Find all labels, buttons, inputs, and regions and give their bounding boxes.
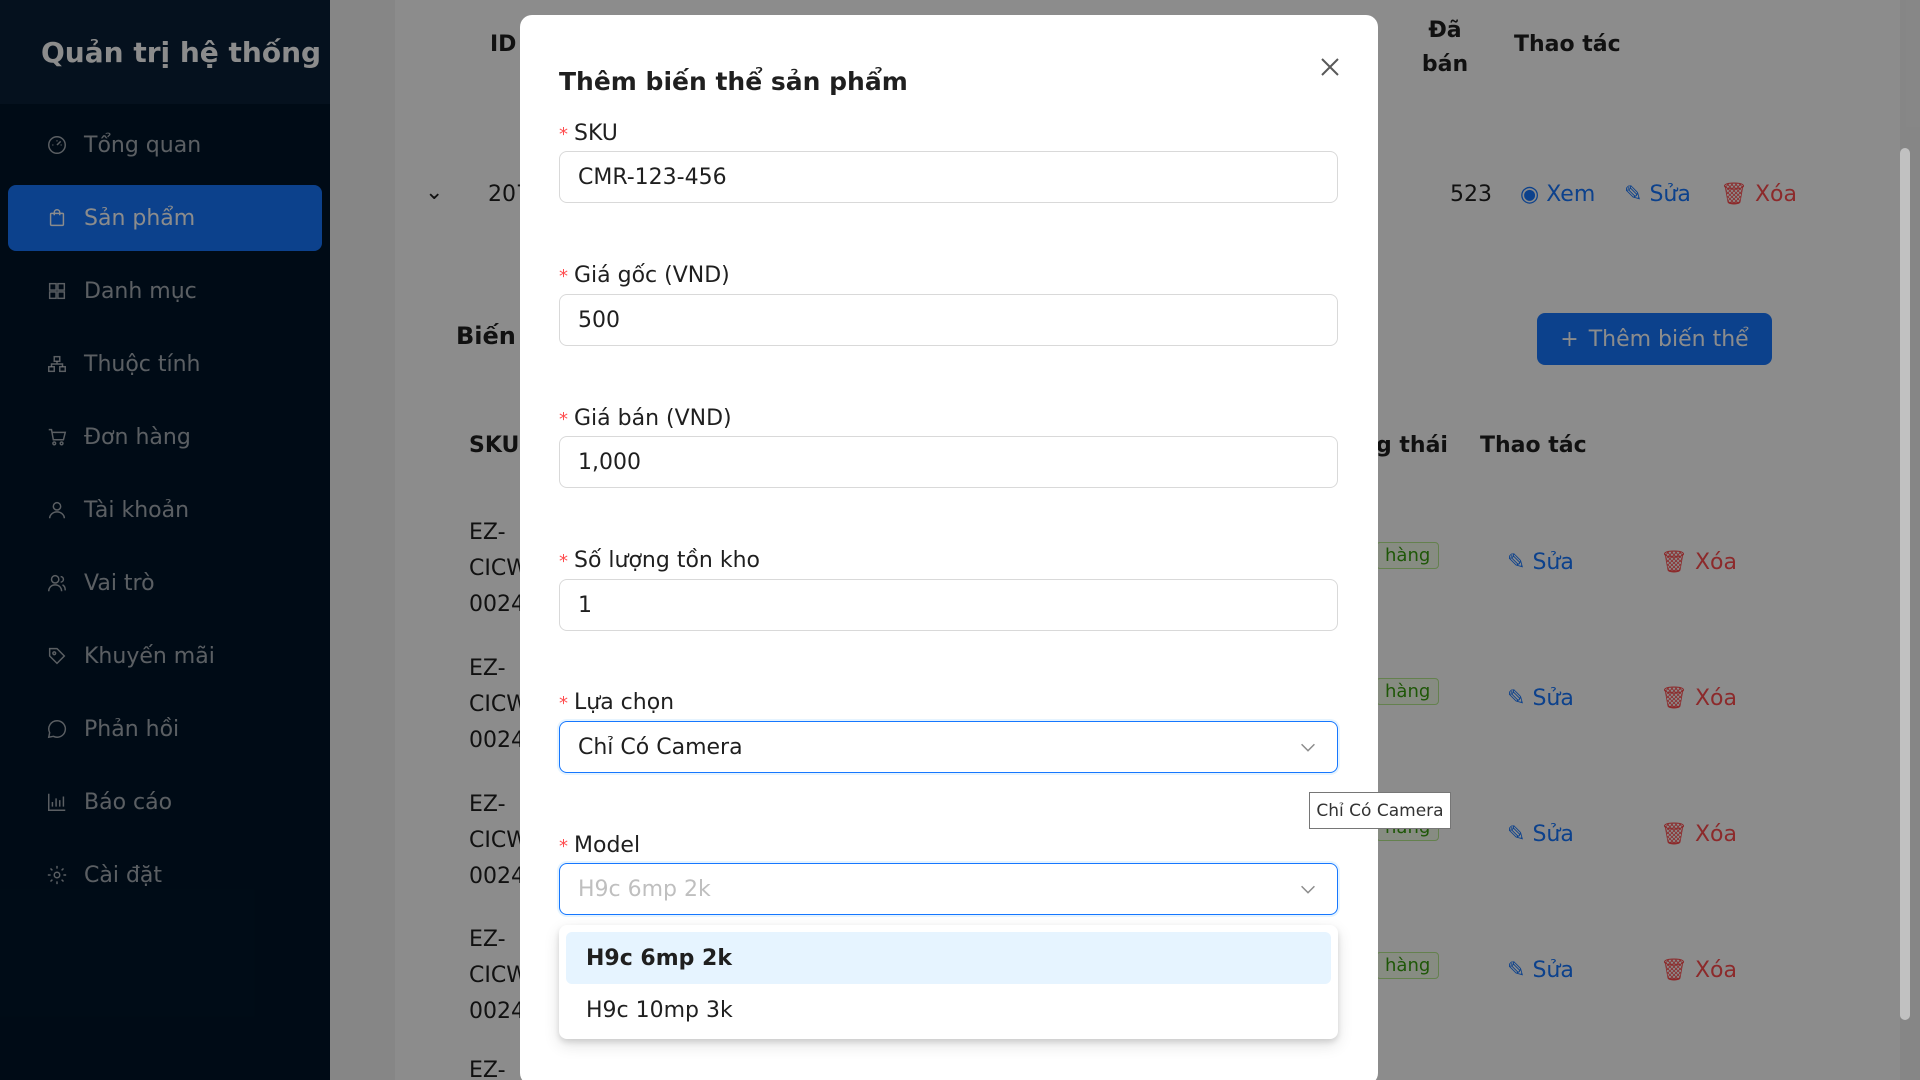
page-scrollbar[interactable]	[1900, 148, 1910, 1020]
model-option[interactable]: H9c 6mp 2k	[566, 932, 1331, 984]
option-select-value: Chỉ Có Camera	[578, 734, 743, 760]
required-mark: *	[559, 124, 568, 145]
sale-price-label: * Giá bán (VND)	[559, 406, 732, 431]
sku-label: * SKU	[559, 121, 618, 146]
option-label: * Lựa chọn	[559, 690, 675, 715]
sale-price-input[interactable]: 1,000	[559, 436, 1338, 488]
model-select[interactable]: H9c 6mp 2k	[559, 863, 1338, 915]
add-variant-modal: Thêm biến thể sản phẩm * SKU CMR-123-456 …	[520, 15, 1378, 1080]
chevron-down-icon	[1301, 885, 1315, 894]
original-price-label: * Giá gốc (VND)	[559, 263, 730, 288]
required-mark: *	[559, 836, 568, 857]
option-select[interactable]: Chỉ Có Camera	[559, 721, 1338, 773]
required-mark: *	[559, 693, 568, 714]
required-mark: *	[559, 551, 568, 572]
stock-input[interactable]: 1	[559, 579, 1338, 631]
required-mark: *	[559, 266, 568, 287]
option-tooltip: Chỉ Có Camera	[1309, 792, 1451, 829]
model-label: * Model	[559, 833, 641, 858]
model-dropdown: H9c 6mp 2k H9c 10mp 3k	[559, 925, 1338, 1039]
close-icon	[1321, 58, 1339, 76]
close-button[interactable]	[1312, 49, 1348, 85]
sku-input[interactable]: CMR-123-456	[559, 151, 1338, 203]
model-option[interactable]: H9c 10mp 3k	[566, 984, 1331, 1036]
stock-label: * Số lượng tồn kho	[559, 548, 761, 573]
model-select-placeholder: H9c 6mp 2k	[578, 876, 711, 902]
original-price-input[interactable]: 500	[559, 294, 1338, 346]
required-mark: *	[559, 409, 568, 430]
modal-title: Thêm biến thể sản phẩm	[559, 67, 908, 96]
chevron-down-icon	[1301, 743, 1315, 752]
